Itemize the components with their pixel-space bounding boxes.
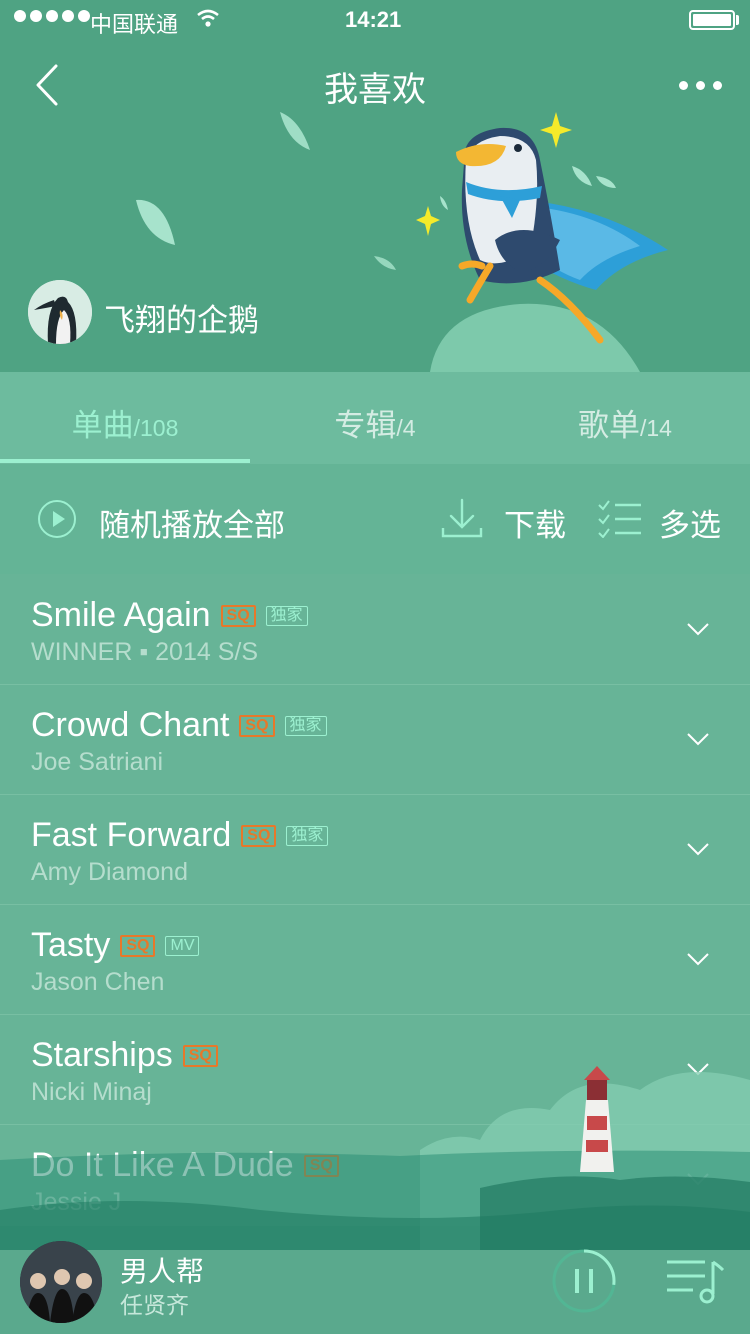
download-icon[interactable]	[441, 498, 485, 540]
shuffle-play-all-button[interactable]: 随机播放全部	[99, 500, 285, 545]
now-playing-artist: 任贤齐	[120, 1292, 189, 1318]
tab-songs[interactable]: 单曲/108	[0, 400, 250, 445]
tab-albums-label: 专辑	[334, 408, 397, 443]
exclusive-badge: 独家	[286, 825, 329, 846]
tab-playlists-count: /14	[640, 415, 672, 441]
song-title: Do It Like A Dude	[31, 1146, 294, 1184]
album-cover[interactable]	[20, 1241, 102, 1323]
song-subtitle: Amy Diamond	[31, 858, 188, 886]
sq-badge: SQ	[182, 1044, 218, 1067]
status-time: 14:21	[345, 7, 402, 32]
song-subtitle: Nicki Minaj	[31, 1078, 152, 1106]
chevron-down-icon[interactable]	[686, 622, 710, 636]
song-title: Starships	[31, 1036, 173, 1074]
action-bar: 随机播放全部 下载 多选	[0, 464, 750, 575]
song-subtitle: WINNER ▪ 2014 S/S	[31, 638, 258, 666]
sq-badge: SQ	[120, 934, 156, 957]
battery-tip	[736, 15, 739, 25]
sq-badge: SQ	[303, 1154, 339, 1177]
carrier-name: 中国联通	[90, 12, 179, 37]
song-subtitle: Jessie J	[31, 1188, 122, 1216]
status-bar: 中国联通 14:21	[0, 0, 750, 40]
song-subtitle: Joe Satriani	[31, 748, 164, 776]
tab-playlists-label: 歌单	[578, 408, 640, 443]
tab-songs-label: 单曲	[71, 408, 134, 443]
song-subtitle: Jason Chen	[31, 968, 165, 996]
sq-badge: SQ	[220, 604, 256, 627]
song-row[interactable]: Tasty SQ MV Jason Chen	[0, 904, 750, 1015]
chevron-down-icon[interactable]	[686, 952, 710, 966]
song-row[interactable]: Smile Again SQ 独家 WINNER ▪ 2014 S/S	[0, 574, 750, 685]
header: 中国联通 14:21 我喜欢 飞翔的企鹅	[0, 0, 750, 372]
download-button[interactable]: 下载	[504, 500, 566, 545]
tab-playlists[interactable]: 歌单/14	[500, 400, 750, 445]
pause-icon[interactable]	[551, 1248, 617, 1314]
song-title: Tasty	[31, 926, 111, 964]
song-row[interactable]: Do It Like A Dude SQ Jessie J	[0, 1124, 750, 1226]
song-title: Fast Forward	[31, 816, 232, 854]
tab-albums-count: /4	[396, 415, 416, 441]
signal-strength-icon	[14, 10, 90, 22]
playlist-queue-icon[interactable]	[665, 1258, 725, 1304]
sq-badge: SQ	[239, 714, 275, 737]
multi-select-icon[interactable]	[597, 500, 643, 538]
chevron-down-icon[interactable]	[686, 1172, 710, 1186]
active-tab-indicator	[0, 459, 250, 463]
tab-albums[interactable]: 专辑/4	[250, 400, 500, 445]
sq-badge: SQ	[241, 824, 277, 847]
tab-songs-count: /108	[133, 415, 179, 441]
mv-badge[interactable]: MV	[165, 935, 200, 956]
song-row[interactable]: Crowd Chant SQ 独家 Joe Satriani	[0, 684, 750, 795]
exclusive-badge: 独家	[265, 605, 308, 626]
chevron-down-icon[interactable]	[686, 1062, 710, 1076]
chevron-down-icon[interactable]	[686, 732, 710, 746]
song-row[interactable]: Starships SQ Nicki Minaj	[0, 1014, 750, 1125]
song-title: Crowd Chant	[31, 706, 230, 744]
user-avatar[interactable]	[28, 280, 92, 344]
song-list: Smile Again SQ 独家 WINNER ▪ 2014 S/S Crow…	[0, 574, 750, 1226]
tab-bar: 单曲/108 专辑/4 歌单/14	[0, 372, 750, 465]
now-playing-title: 男人帮	[120, 1256, 205, 1287]
multi-select-button[interactable]: 多选	[659, 500, 721, 545]
page-title: 我喜欢	[324, 71, 426, 109]
wifi-icon	[197, 9, 219, 27]
more-options-icon[interactable]	[670, 72, 730, 98]
exclusive-badge: 独家	[284, 715, 327, 736]
song-row[interactable]: Fast Forward SQ 独家 Amy Diamond	[0, 794, 750, 905]
play-circle-icon[interactable]	[37, 499, 77, 539]
username[interactable]: 飞翔的企鹅	[104, 295, 259, 340]
mini-player[interactable]: 男人帮 任贤齐	[0, 1220, 750, 1334]
battery-icon	[689, 10, 735, 30]
chevron-down-icon[interactable]	[686, 842, 710, 856]
song-title: Smile Again	[31, 596, 211, 634]
